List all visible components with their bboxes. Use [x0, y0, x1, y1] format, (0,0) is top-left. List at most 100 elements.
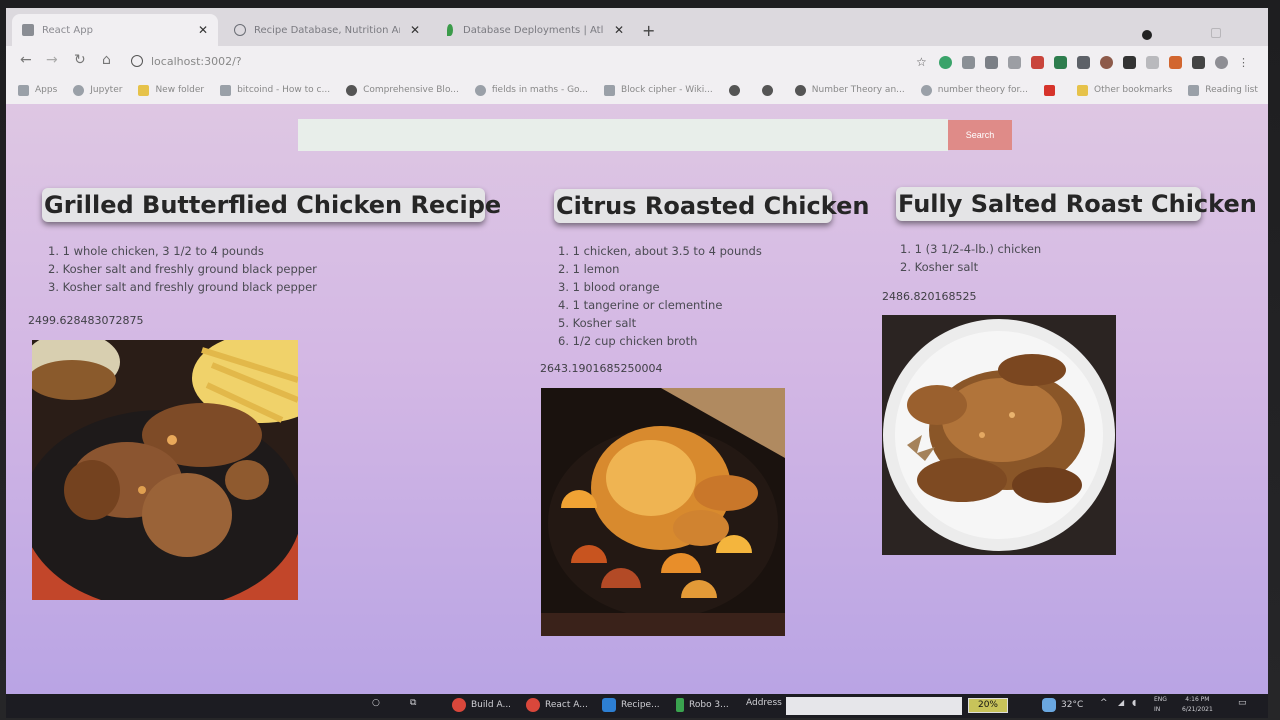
task-view-icon[interactable]: ⧉ — [410, 698, 416, 708]
language-region: IN — [1154, 706, 1161, 713]
volume-icon[interactable]: ◖ — [1132, 698, 1136, 707]
menu-dots-icon[interactable]: ⋮ — [1238, 56, 1251, 69]
reload-icon[interactable]: ↻ — [74, 52, 86, 68]
ingredient-item: 2. Kosher salt — [900, 260, 979, 274]
bookmark-item[interactable] — [728, 84, 746, 96]
taskbar-app-build[interactable]: Build A... — [452, 698, 511, 712]
extension-icon[interactable] — [1054, 56, 1067, 69]
ingredient-item: 2. 1 lemon — [558, 262, 620, 276]
ingredient-item: 1. 1 chicken, about 3.5 to 4 pounds — [558, 244, 762, 258]
address-toolbar-label: Address — [746, 698, 782, 708]
salted-roast-chicken-photo — [882, 315, 1116, 555]
tab-recipe-database[interactable]: Recipe Database, Nutrition Anal... ✕ — [224, 14, 430, 46]
ingredient-item: 2. Kosher salt and freshly ground black … — [48, 262, 317, 276]
ingredient-item: 4. 1 tangerine or clementine — [558, 298, 723, 312]
tab-react-app[interactable]: React App ✕ — [12, 14, 218, 46]
bookmark-item[interactable]: Apps — [18, 84, 57, 96]
bookmark-item[interactable] — [1044, 84, 1061, 96]
bookmark-label: number theory for... — [937, 85, 1029, 95]
taskbar-app-vscode[interactable]: Recipe... — [602, 698, 660, 712]
tray-chevron-icon[interactable]: ^ — [1100, 698, 1108, 708]
extensions-row: ☆ ⋮ — [916, 56, 1251, 69]
star-icon[interactable]: ☆ — [916, 56, 929, 69]
weather-widget[interactable]: 32°C — [1042, 698, 1083, 712]
address-toolbar-input[interactable] — [786, 697, 962, 715]
browser-tab-bar: React App ✕ Recipe Database, Nutrition A… — [6, 8, 1268, 46]
browser-toolbar: ← → ↻ ⌂ localhost:3002/? ☆ ⋮ — [6, 46, 1268, 76]
extension-icon[interactable] — [1077, 56, 1090, 69]
reading-list-icon — [1188, 84, 1200, 96]
taskbar-app-robo3t[interactable]: Robo 3... — [676, 698, 729, 712]
extension-icon[interactable] — [1008, 56, 1021, 69]
recipe-title: Citrus Roasted Chicken — [554, 189, 869, 223]
close-tab-icon[interactable]: ✕ — [410, 23, 420, 37]
bookmark-item[interactable]: Block cipher - Wiki... — [604, 84, 713, 96]
react-app-page: Search Grilled Butterflied Chicken Recip… — [6, 104, 1268, 694]
forward-arrow-icon[interactable]: → — [46, 52, 58, 68]
notifications-icon[interactable]: ▭ — [1238, 698, 1247, 708]
bookmark-item[interactable] — [761, 84, 779, 96]
search-input[interactable] — [298, 119, 948, 151]
bookmark-item[interactable]: fields in maths - Go... — [474, 84, 588, 96]
ingredient-item: 5. Kosher salt — [558, 316, 637, 330]
bookmark-item[interactable]: Other bookmarks — [1077, 84, 1172, 96]
extension-icon[interactable] — [1100, 56, 1113, 69]
bookmark-item[interactable]: Jupyter — [73, 84, 122, 96]
bookmark-item[interactable]: New folder — [138, 84, 204, 96]
globe-icon — [761, 84, 773, 96]
chrome-icon — [526, 698, 540, 712]
clock[interactable]: 4:16 PM 6/21/2021 — [1182, 695, 1213, 715]
language-indicator[interactable]: ENG IN — [1154, 695, 1167, 715]
google-icon — [920, 84, 932, 96]
bookmark-label: Comprehensive Blo... — [363, 85, 459, 95]
calorie-value: 2643.1901685250004 — [540, 362, 663, 375]
windows-taskbar: ○ ⧉ Build A... React A... Recipe... Robo… — [6, 694, 1268, 718]
bookmark-item[interactable]: Number Theory an... — [794, 84, 905, 96]
ingredient-list: 1. 1 whole chicken, 3 1/2 to 4 pounds 2.… — [48, 242, 317, 296]
vscode-icon — [602, 698, 616, 712]
ingredient-item: 1. 1 (3 1/2-4-lb.) chicken — [900, 242, 1042, 256]
maximize-icon[interactable] — [1211, 28, 1221, 38]
extension-icon[interactable] — [1123, 56, 1136, 69]
battery-indicator[interactable]: 20% — [968, 698, 1008, 713]
bookmark-item[interactable]: Comprehensive Blo... — [346, 84, 459, 96]
bookmark-label: Block cipher - Wiki... — [621, 85, 713, 95]
language-code: ENG — [1154, 696, 1167, 703]
address-bar[interactable]: localhost:3002/? — [131, 50, 901, 72]
google-icon — [474, 84, 486, 96]
folder-icon — [1077, 84, 1089, 96]
tab-title: Recipe Database, Nutrition Anal... — [254, 24, 400, 36]
globe-icon — [346, 84, 358, 96]
extension-icon[interactable] — [1169, 56, 1182, 69]
search-button[interactable]: Search — [948, 120, 1012, 150]
ingredient-item: 3. Kosher salt and freshly ground black … — [48, 280, 317, 294]
close-tab-icon[interactable]: ✕ — [614, 23, 624, 37]
wikipedia-icon — [604, 84, 615, 96]
globe-icon — [794, 84, 806, 96]
profile-avatar-icon[interactable] — [1215, 56, 1228, 69]
back-arrow-icon[interactable]: ← — [20, 52, 32, 68]
tab-title: Database Deployments | Atlas: M... — [463, 24, 604, 36]
close-tab-icon[interactable]: ✕ — [198, 23, 208, 37]
extension-icon[interactable] — [1031, 56, 1044, 69]
new-tab-button[interactable]: + — [642, 21, 655, 40]
bookmarks-bar: Apps Jupyter New folder bitcoind - How to c… — [6, 76, 1268, 104]
taskbar-app-react[interactable]: React A... — [526, 698, 588, 712]
bookmark-item[interactable]: bitcoind - How to c... — [220, 84, 330, 96]
grilled-chicken-photo — [32, 340, 298, 600]
robo3t-icon — [676, 698, 684, 712]
network-icon[interactable]: ◢ — [1118, 698, 1124, 707]
profile-icon[interactable] — [1142, 30, 1152, 40]
site-info-icon[interactable] — [131, 55, 143, 67]
search-icon[interactable]: ○ — [372, 698, 380, 708]
extension-icon[interactable] — [1146, 56, 1159, 69]
extension-icon[interactable] — [939, 56, 952, 69]
extension-icon[interactable] — [962, 56, 975, 69]
extension-icon[interactable] — [985, 56, 998, 69]
bookmark-item[interactable]: Reading list — [1188, 84, 1258, 96]
taskbar-app-label: React A... — [545, 700, 588, 710]
puzzle-icon[interactable] — [1192, 56, 1205, 69]
tab-database-deployments[interactable]: Database Deployments | Atlas: M... ✕ — [434, 14, 634, 46]
home-icon[interactable]: ⌂ — [102, 52, 111, 68]
bookmark-item[interactable]: number theory for... — [920, 84, 1029, 96]
